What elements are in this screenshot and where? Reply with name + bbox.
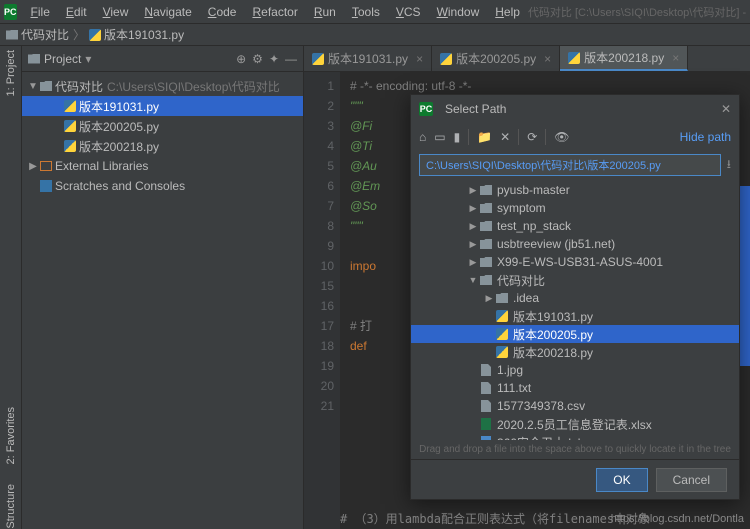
python-icon [89,29,101,41]
breadcrumb-folder[interactable]: 代码对比 [6,26,69,43]
close-tab-icon[interactable]: × [416,52,423,66]
close-tab-icon[interactable]: × [544,52,551,66]
breadcrumb: 代码对比 〉 版本191031.py [0,24,750,46]
select-path-dialog: PC Select Path ✕ ⌂ ▭ ▮ 📁 ✕ ⟳ 👁 Hide path… [410,94,740,500]
menu-window[interactable]: Window [429,3,488,21]
tree-file[interactable]: 版本191031.py [22,96,303,116]
menu-view[interactable]: View [95,3,137,21]
dialog-tree-folder[interactable]: ▶.idea [411,289,739,307]
refresh-icon[interactable]: ⟳ [527,130,537,144]
editor-tab[interactable]: 版本191031.py× [304,46,432,71]
delete-icon[interactable]: ✕ [500,130,510,144]
sidebar-header: Project▾ ⊕ ⚙ ✦ — [22,46,303,72]
tool-window-bar-left: 1: Project 2: Favorites Structure [0,46,22,529]
sidebar-tool-collapse[interactable]: ✦ [269,52,279,66]
dialog-hint: Drag and drop a file into the space abov… [411,440,739,459]
footer-code-line: # （3）用lambda配合正则表达式（将filenames中对象 [340,510,650,527]
history-icon[interactable]: ⭳ [727,155,731,176]
home-icon[interactable]: ⌂ [419,130,426,144]
hide-path-link[interactable]: Hide path [680,130,731,144]
desktop-icon[interactable]: ▭ [434,130,445,144]
dialog-titlebar: PC Select Path ✕ [411,95,739,123]
editor-tab[interactable]: 版本200218.py× [560,46,688,71]
dialog-tree-file[interactable]: 1.jpg [411,361,739,379]
sidebar-tool-settings[interactable]: ⚙ [252,52,263,66]
menu-code[interactable]: Code [200,3,245,21]
dialog-tree-folder[interactable]: ▼代码对比 [411,271,739,289]
close-icon[interactable]: ✕ [721,102,731,116]
menu-run[interactable]: Run [306,3,344,21]
dialog-tree-folder[interactable]: ▶pyusb-master [411,181,739,199]
menubar: PC FileEditViewNavigateCodeRefactorRunTo… [0,0,750,24]
minimap-marker [740,186,750,366]
dialog-toolbar: ⌂ ▭ ▮ 📁 ✕ ⟳ 👁 Hide path [411,123,739,151]
project-sidebar: Project▾ ⊕ ⚙ ✦ — ▼代码对比C:\Users\SIQI\Desk… [22,46,304,529]
close-tab-icon[interactable]: × [672,51,679,65]
vtab-project[interactable]: 1: Project [5,50,17,96]
dialog-tree-folder[interactable]: ▶X99-E-WS-USB31-ASUS-4001 [411,253,739,271]
dialog-file-tree[interactable]: ▶pyusb-master▶symptom▶test_np_stack▶usbt… [411,179,739,440]
app-logo: PC [419,102,433,116]
breadcrumb-file[interactable]: 版本191031.py [89,26,184,43]
dialog-tree-py[interactable]: 版本200205.py [411,325,739,343]
menu-help[interactable]: Help [487,3,528,21]
sidebar-tool-hide[interactable]: — [285,52,297,66]
menu-file[interactable]: File [23,3,58,21]
watermark: https://blog.csdn.net/Dontla [611,513,744,525]
tree-file[interactable]: 版本200218.py [22,136,303,156]
window-title: 代码对比 [C:\Users\SIQI\Desktop\代码对比] - ...\… [528,4,746,20]
dialog-tree-py[interactable]: 版本200218.py [411,343,739,361]
dialog-tree-folder[interactable]: ▶usbtreeview (jb51.net) [411,235,739,253]
tree-file[interactable]: 版本200205.py [22,116,303,136]
dialog-tree-lnk[interactable]: 360安全卫士.lnk [411,433,739,440]
ok-button[interactable]: OK [596,468,647,492]
sidebar-tool-target[interactable]: ⊕ [236,52,246,66]
vtab-structure[interactable]: Structure [5,484,17,529]
line-numbers: 1234567891015161718192021 [304,72,340,529]
cancel-button[interactable]: Cancel [656,468,727,492]
menu-tools[interactable]: Tools [344,3,388,21]
dialog-tree-xls[interactable]: 2020.2.5员工信息登记表.xlsx [411,415,739,433]
project-tree[interactable]: ▼代码对比C:\Users\SIQI\Desktop\代码对比 版本191031… [22,72,303,529]
menu-vcs[interactable]: VCS [388,3,429,21]
dialog-tree-folder[interactable]: ▶symptom [411,199,739,217]
dialog-tree-py[interactable]: 版本191031.py [411,307,739,325]
dialog-tree-folder[interactable]: ▶test_np_stack [411,217,739,235]
dialog-title: Select Path [445,102,506,116]
tree-root[interactable]: ▼代码对比C:\Users\SIQI\Desktop\代码对比 [22,76,303,96]
editor-tabs: 版本191031.py×版本200205.py×版本200218.py× [304,46,750,72]
vtab-favorites[interactable]: 2: Favorites [5,407,17,464]
new-folder-icon[interactable]: 📁 [477,130,492,144]
tree-external-libs[interactable]: ▶External Libraries [22,156,303,176]
folder-icon [6,30,18,40]
path-input[interactable] [419,154,721,176]
menu-edit[interactable]: Edit [58,3,95,21]
app-logo: PC [4,4,17,20]
show-hidden-icon[interactable]: 👁 [554,130,569,144]
editor-tab[interactable]: 版本200205.py× [432,46,560,71]
project-icon[interactable]: ▮ [454,130,461,144]
sidebar-title: Project [44,52,81,66]
folder-icon [28,54,40,64]
menu-navigate[interactable]: Navigate [136,3,199,21]
menu-refactor[interactable]: Refactor [244,3,305,21]
dialog-tree-file[interactable]: 1577349378.csv [411,397,739,415]
dialog-tree-file[interactable]: 111.txt [411,379,739,397]
tree-scratches[interactable]: Scratches and Consoles [22,176,303,196]
